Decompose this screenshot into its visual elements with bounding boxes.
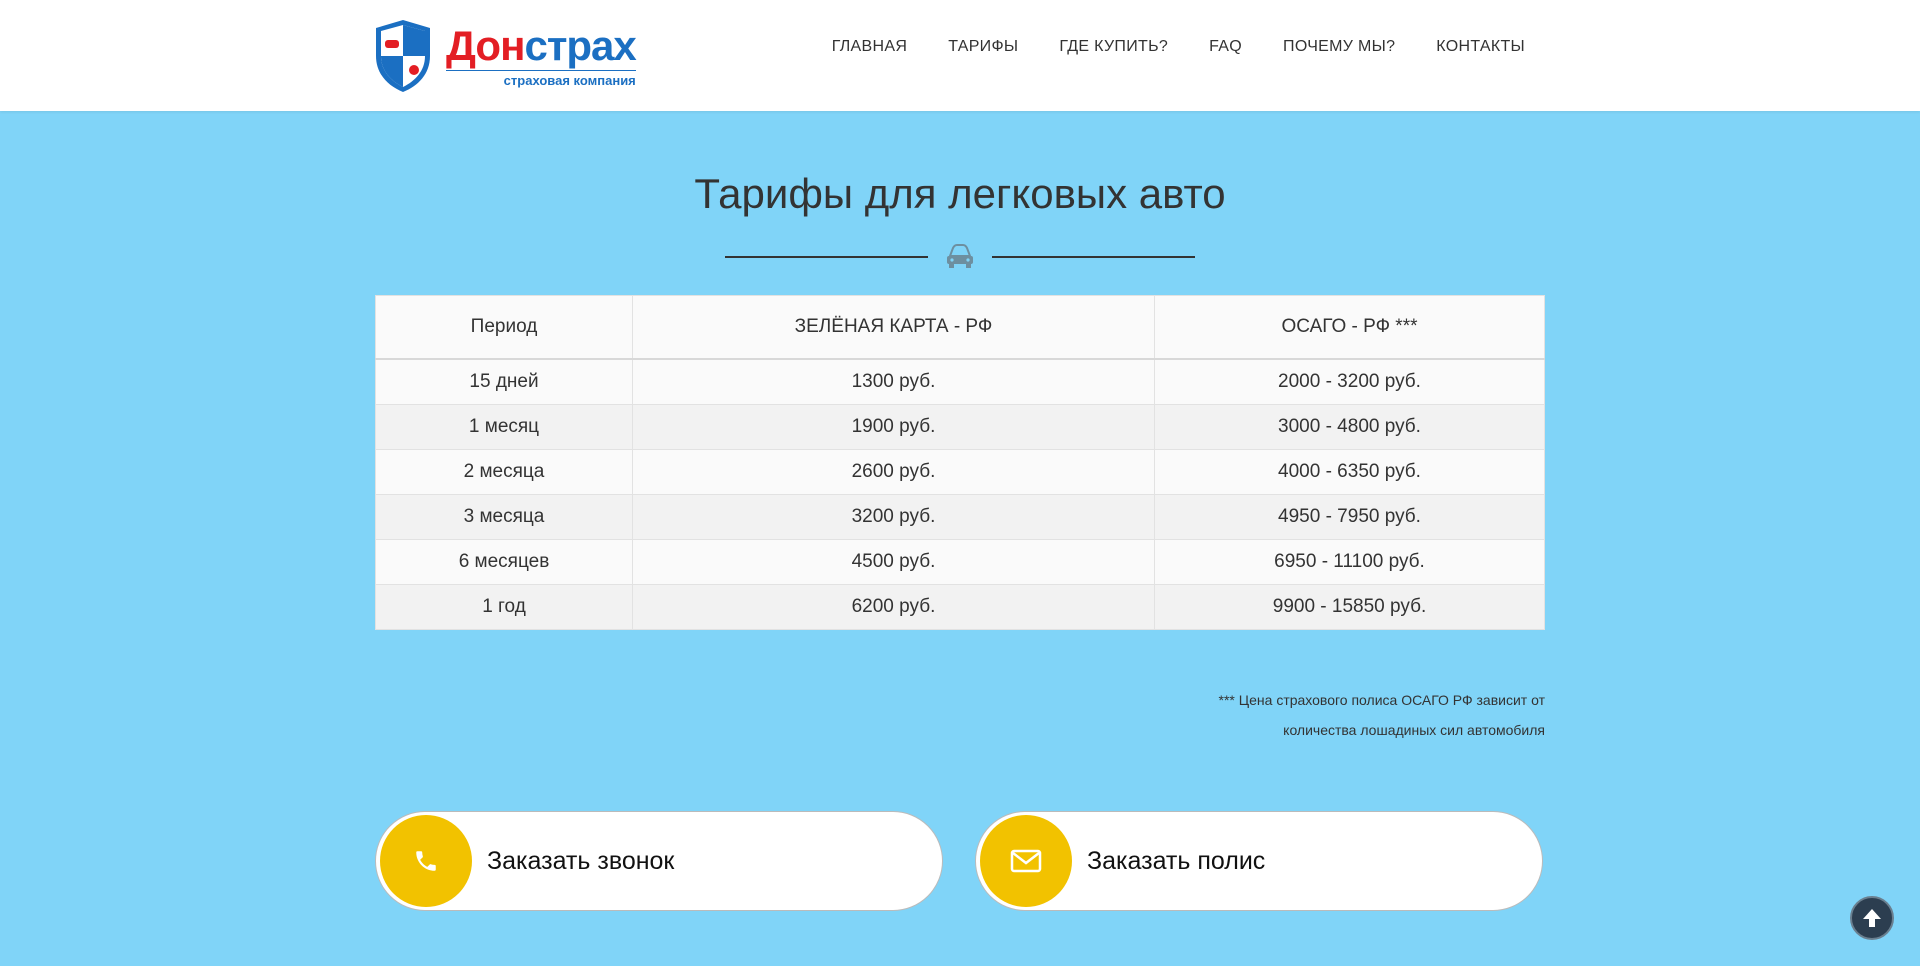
table-row: 1 месяц 1900 руб. 3000 - 4800 руб. bbox=[375, 404, 1545, 450]
header-period: Период bbox=[375, 295, 633, 360]
cell-period: 3 месяца bbox=[375, 494, 633, 540]
title-divider bbox=[725, 242, 1195, 272]
table-row: 15 дней 1300 руб. 2000 - 3200 руб. bbox=[375, 358, 1545, 405]
order-icon-circle bbox=[980, 815, 1072, 907]
cell-green-card: 2600 руб. bbox=[632, 449, 1155, 495]
cell-green-card: 3200 руб. bbox=[632, 494, 1155, 540]
cell-period: 1 месяц bbox=[375, 404, 633, 450]
cell-period: 15 дней bbox=[375, 358, 633, 405]
table-row: 6 месяцев 4500 руб. 6950 - 11100 руб. bbox=[375, 539, 1545, 585]
cell-osago: 9900 - 15850 руб. bbox=[1154, 584, 1545, 630]
cell-period: 6 месяцев bbox=[375, 539, 633, 585]
shield-logo-icon bbox=[376, 20, 430, 92]
table-row: 1 год 6200 руб. 9900 - 15850 руб. bbox=[375, 584, 1545, 630]
order-call-button[interactable]: Заказать звонок bbox=[375, 811, 943, 911]
call-icon-circle bbox=[380, 815, 472, 907]
brand-name-part2: страх bbox=[524, 22, 636, 69]
order-call-label: Заказать звонок bbox=[487, 846, 675, 875]
envelope-icon bbox=[1010, 849, 1042, 873]
cell-osago: 6950 - 11100 руб. bbox=[1154, 539, 1545, 585]
cell-osago: 4950 - 7950 руб. bbox=[1154, 494, 1545, 540]
header-osago: ОСАГО - РФ *** bbox=[1154, 295, 1545, 360]
brand-tagline: страховая компания bbox=[446, 70, 636, 88]
nav-why-us[interactable]: ПОЧЕМУ МЫ? bbox=[1283, 38, 1395, 56]
footnote-line-1: *** Цена страхового полиса ОСАГО РФ зави… bbox=[1218, 692, 1545, 708]
nav-where-to-buy[interactable]: ГДЕ КУПИТЬ? bbox=[1059, 38, 1168, 56]
divider-line-right bbox=[992, 256, 1195, 258]
order-policy-label: Заказать полис bbox=[1087, 846, 1266, 875]
scroll-to-top-button[interactable] bbox=[1850, 896, 1894, 940]
divider-line-left bbox=[725, 256, 928, 258]
cell-period: 1 год bbox=[375, 584, 633, 630]
brand-name: Донстрах bbox=[446, 22, 637, 69]
table-row: 2 месяца 2600 руб. 4000 - 6350 руб. bbox=[375, 449, 1545, 495]
car-icon bbox=[947, 244, 973, 268]
cell-green-card: 1900 руб. bbox=[632, 404, 1155, 450]
nav-home[interactable]: ГЛАВНАЯ bbox=[832, 38, 908, 56]
arrow-up-icon bbox=[1863, 909, 1881, 927]
cell-green-card: 6200 руб. bbox=[632, 584, 1155, 630]
nav-faq[interactable]: FAQ bbox=[1209, 38, 1242, 56]
cell-green-card: 4500 руб. bbox=[632, 539, 1155, 585]
site-header: Донстрах страховая компания ГЛАВНАЯ ТАРИ… bbox=[0, 0, 1920, 111]
nav-contacts[interactable]: КОНТАКТЫ bbox=[1436, 38, 1525, 56]
brand-name-part1: Дон bbox=[446, 22, 525, 69]
cell-period: 2 месяца bbox=[375, 449, 633, 495]
nav-tariffs[interactable]: ТАРИФЫ bbox=[948, 38, 1018, 56]
table-header-row: Период ЗЕЛЁНАЯ КАРТА - РФ ОСАГО - РФ *** bbox=[375, 295, 1545, 360]
phone-icon bbox=[416, 851, 436, 871]
tariffs-table: Период ЗЕЛЁНАЯ КАРТА - РФ ОСАГО - РФ ***… bbox=[375, 295, 1545, 630]
cell-green-card: 1300 руб. bbox=[632, 358, 1155, 405]
header-green-card: ЗЕЛЁНАЯ КАРТА - РФ bbox=[632, 295, 1155, 360]
section-title: Тарифы для легковых авто bbox=[694, 170, 1226, 217]
table-row: 3 месяца 3200 руб. 4950 - 7950 руб. bbox=[375, 494, 1545, 540]
cell-osago: 2000 - 3200 руб. bbox=[1154, 358, 1545, 405]
cell-osago: 3000 - 4800 руб. bbox=[1154, 404, 1545, 450]
osago-footnote: *** Цена страхового полиса ОСАГО РФ зави… bbox=[1125, 685, 1545, 745]
cell-osago: 4000 - 6350 руб. bbox=[1154, 449, 1545, 495]
footnote-line-2: количества лошадиных сил автомобиля bbox=[1283, 722, 1545, 738]
brand-logo[interactable]: Донстрах страховая компания bbox=[372, 18, 672, 94]
order-policy-button[interactable]: Заказать полис bbox=[975, 811, 1543, 911]
main-nav: ГЛАВНАЯ ТАРИФЫ ГДЕ КУПИТЬ? FAQ ПОЧЕМУ МЫ… bbox=[791, 38, 1525, 56]
